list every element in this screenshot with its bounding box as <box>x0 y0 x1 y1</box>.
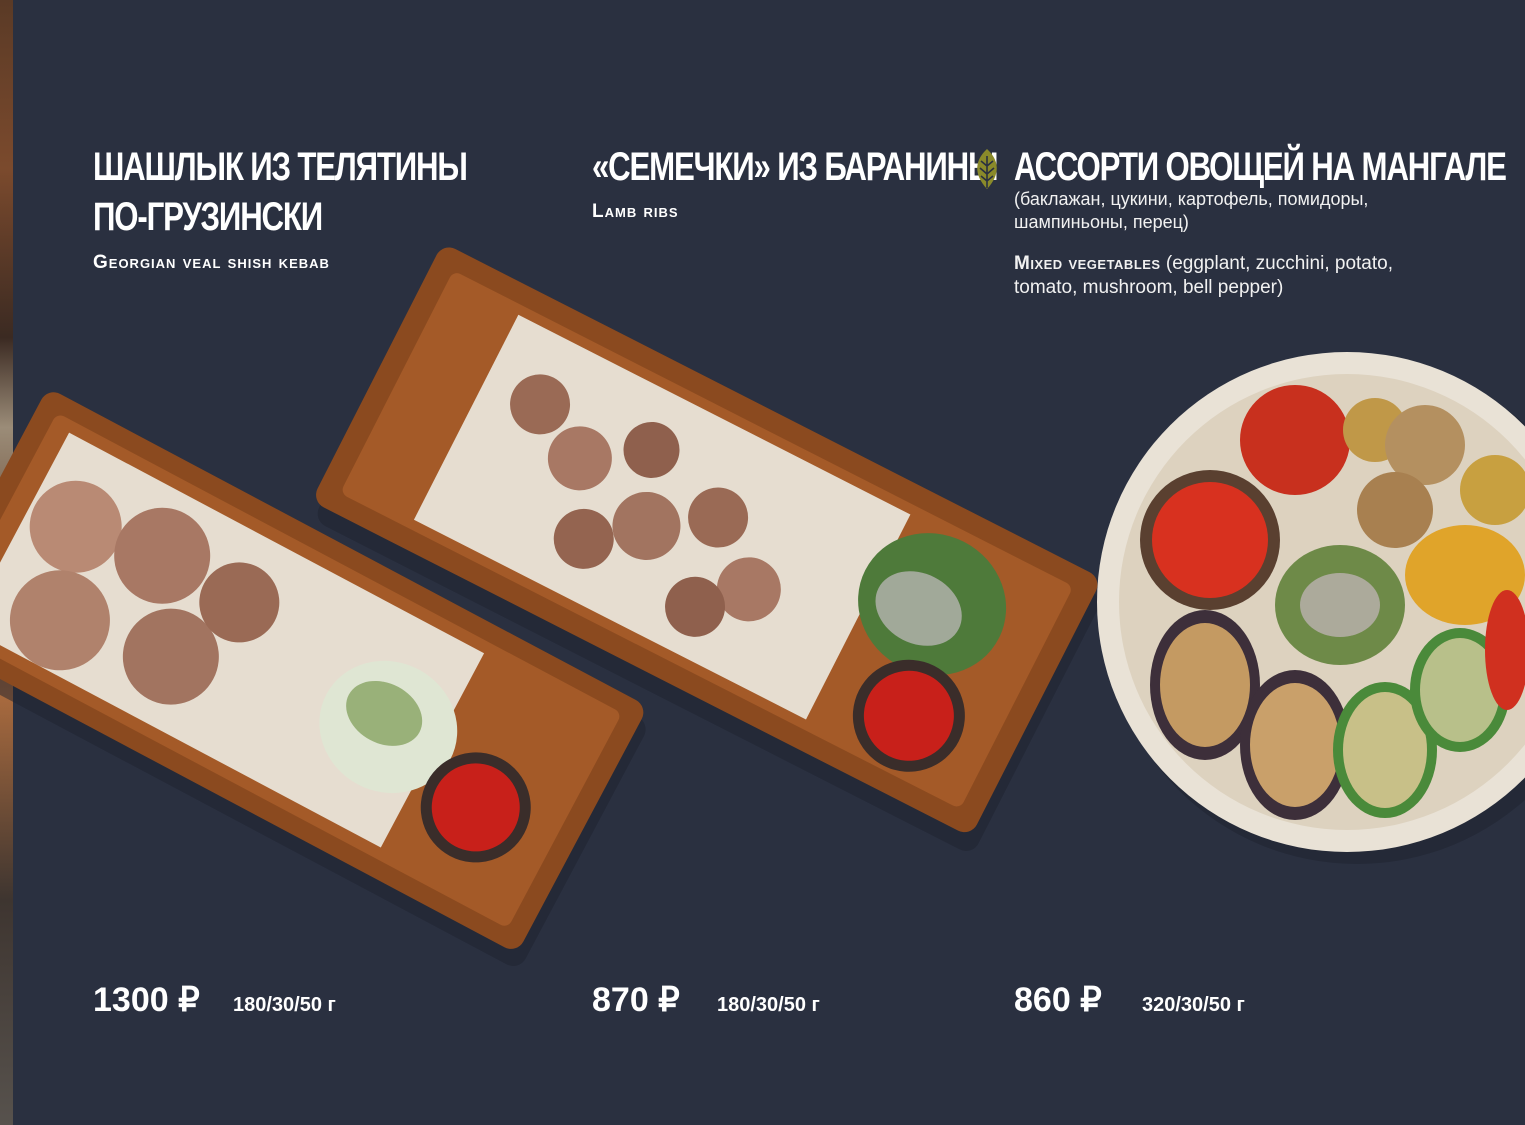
dish-price: 860 ₽ <box>1014 981 1102 1019</box>
dish-title-line1: «СЕМЕЧКИ» ИЗ БАРАНИНЫ <box>592 145 999 189</box>
dish-name-en: Georgian veal shish kebab <box>93 252 330 273</box>
dish-description-ru: (баклажан, цукини, картофель, помидоры, … <box>1014 189 1369 232</box>
dish-price: 870 ₽ <box>592 981 680 1019</box>
dish-title-ru: «СЕМЕЧКИ» ИЗ БАРАНИНЫ <box>592 142 999 192</box>
dish-title-ru: АССОРТИ ОВОЩЕЙ НА МАНГАЛЕ <box>1014 142 1507 192</box>
dish-weight: 180/30/50 г <box>233 994 336 1016</box>
lamb-ribs-photo <box>316 247 1100 851</box>
dish-weight: 180/30/50 г <box>717 994 820 1016</box>
menu-page: ШАШЛЫК ИЗ ТЕЛЯТИНЫ ПО-ГРУЗИНСКИ Georgian… <box>0 0 1525 1125</box>
dish-weight: 320/30/50 г <box>1142 994 1245 1016</box>
dish-title-line2: ПО-ГРУЗИНСКИ <box>93 195 323 239</box>
leaf-icon <box>977 149 997 189</box>
dish-description-en: Mixed vegetables (eggplant, zucchini, po… <box>1014 252 1454 300</box>
mixed-vegetables-photo <box>1097 352 1525 864</box>
dish-title-ru: ШАШЛЫК ИЗ ТЕЛЯТИНЫ ПО-ГРУЗИНСКИ <box>93 142 468 242</box>
dish-title-line1: ШАШЛЫК ИЗ ТЕЛЯТИНЫ <box>93 145 468 189</box>
dish-title-line1: АССОРТИ ОВОЩЕЙ НА МАНГАЛЕ <box>1014 145 1507 189</box>
dish-name-en: Mixed vegetables <box>1014 253 1161 274</box>
dish-name-en: Lamb ribs <box>592 201 679 222</box>
dish-price: 1300 ₽ <box>93 981 200 1019</box>
